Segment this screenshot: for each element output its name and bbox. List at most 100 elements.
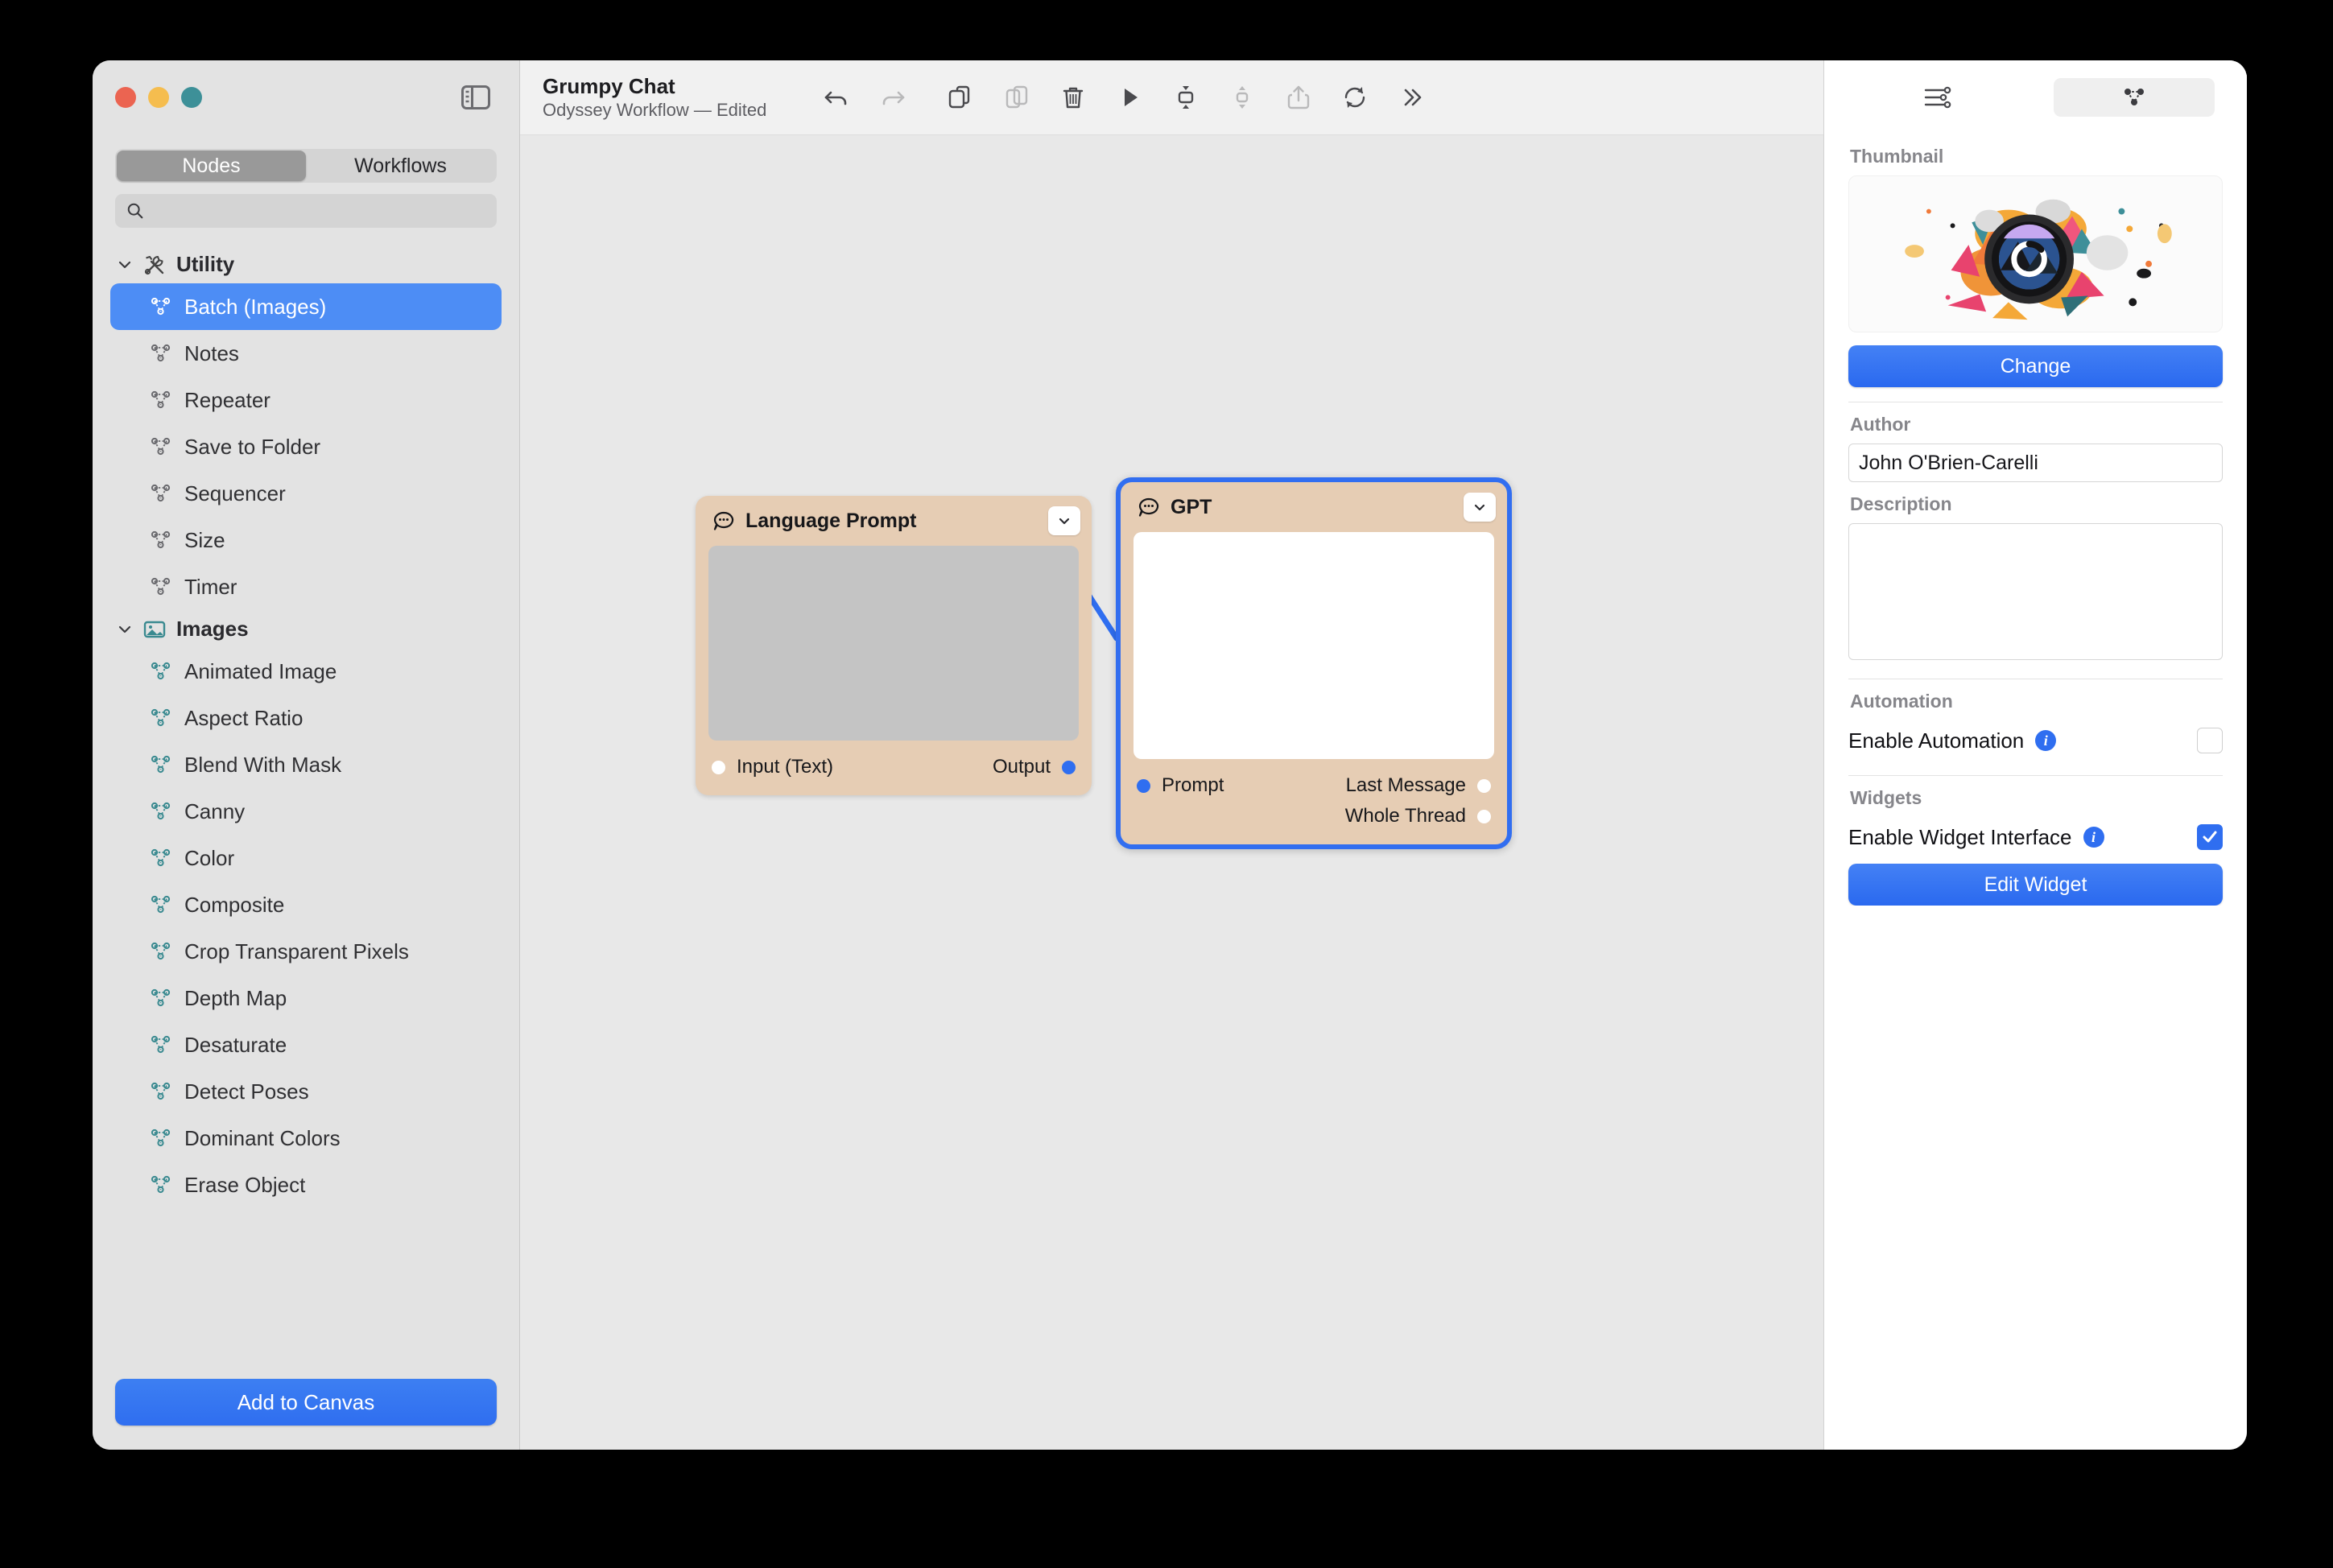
node-graph-icon — [151, 344, 171, 362]
canvas-node-gpt[interactable]: GPT Prompt Last Message Whole Thread — [1116, 477, 1512, 849]
paste-button[interactable] — [989, 72, 1045, 122]
node-item-label: Repeater — [184, 387, 270, 412]
node-item-label: Sequencer — [184, 481, 286, 505]
node-graph-icon — [151, 802, 171, 820]
port-row: Prompt Last Message — [1137, 770, 1491, 801]
node-item-depth-map[interactable]: Depth Map — [110, 975, 502, 1021]
chat-bubble-icon — [1138, 497, 1159, 517]
port-label: Output — [992, 756, 1051, 778]
node-output-port[interactable]: Whole Thread — [1345, 805, 1491, 827]
node-item-repeater[interactable]: Repeater — [110, 377, 502, 423]
copy-button[interactable] — [932, 72, 989, 122]
search-input[interactable] — [152, 199, 485, 223]
node-item-batch-images[interactable]: Batch (Images) — [110, 283, 502, 330]
node-item-size[interactable]: Size — [110, 517, 502, 563]
refresh-button[interactable] — [1327, 72, 1383, 122]
inspector-content: Thumbnail Change Author John O'Brien-Car… — [1824, 134, 2247, 906]
workflow-canvas[interactable]: Language Prompt Input (Text) Output GPT … — [520, 135, 1823, 1450]
node-item-dominant-colors[interactable]: Dominant Colors — [110, 1115, 502, 1162]
add-to-canvas-button[interactable]: Add to Canvas — [115, 1379, 497, 1426]
share-button[interactable] — [1270, 72, 1327, 122]
chevron-down-icon — [1474, 504, 1485, 511]
port-dot[interactable] — [1477, 809, 1491, 823]
node-item-timer[interactable]: Timer — [110, 563, 502, 610]
app-window: Nodes Workflows Utility Batch (Images) N… — [93, 60, 2247, 1450]
port-dot[interactable] — [1062, 760, 1076, 774]
tab-workflow-info[interactable] — [2053, 78, 2215, 117]
node-input-port[interactable]: Prompt — [1137, 774, 1224, 797]
group-header-utility[interactable]: Utility — [110, 246, 502, 283]
checkmark-icon — [2203, 831, 2217, 843]
edit-widget-button[interactable]: Edit Widget — [1848, 864, 2223, 906]
node-item-crop-transparent-pixels[interactable]: Crop Transparent Pixels — [110, 928, 502, 975]
node-graph-icon — [151, 1129, 171, 1147]
node-chat-body[interactable] — [1133, 532, 1494, 759]
node-item-animated-image[interactable]: Animated Image — [110, 648, 502, 695]
node-item-desaturate[interactable]: Desaturate — [110, 1021, 502, 1068]
enable-automation-checkbox[interactable] — [2197, 728, 2223, 753]
node-item-label: Blend With Mask — [184, 752, 342, 777]
node-header[interactable]: GPT — [1121, 482, 1507, 532]
tab-nodes[interactable]: Nodes — [117, 151, 306, 181]
node-item-label: Dominant Colors — [184, 1125, 341, 1150]
node-graph-icon — [151, 577, 171, 596]
node-item-composite[interactable]: Composite — [110, 881, 502, 928]
node-item-aspect-ratio[interactable]: Aspect Ratio — [110, 695, 502, 741]
node-ports: Prompt Last Message Whole Thread — [1121, 759, 1507, 844]
zoom-button[interactable] — [181, 87, 202, 108]
node-item-canny[interactable]: Canny — [110, 788, 502, 835]
document-subtitle: Odyssey Workflow — Edited — [543, 99, 767, 120]
change-thumbnail-button[interactable]: Change — [1848, 345, 2223, 387]
node-graph-icon — [151, 708, 171, 727]
node-disclosure-button[interactable] — [1464, 493, 1496, 522]
search-field[interactable] — [115, 194, 497, 228]
tab-workflows[interactable]: Workflows — [306, 151, 495, 181]
port-label: Prompt — [1162, 774, 1224, 796]
node-disclosure-button[interactable] — [1048, 506, 1080, 535]
node-item-color[interactable]: Color — [110, 835, 502, 881]
more-options-button[interactable] — [1383, 72, 1439, 122]
run-button[interactable] — [1101, 72, 1158, 122]
node-item-notes[interactable]: Notes — [110, 330, 502, 377]
tab-settings[interactable] — [1857, 78, 2018, 117]
node-graph-icon — [151, 437, 171, 456]
expand-nodes-button[interactable] — [1214, 72, 1270, 122]
canvas-node-language-prompt[interactable]: Language Prompt Input (Text) Output — [696, 496, 1092, 795]
info-icon[interactable]: i — [2083, 827, 2104, 848]
node-graph-icon — [151, 942, 171, 960]
port-label: Whole Thread — [1344, 805, 1466, 827]
port-dot[interactable] — [1137, 778, 1150, 793]
node-text-body[interactable] — [708, 546, 1079, 741]
delete-button[interactable] — [1045, 72, 1101, 122]
node-output-port[interactable]: Last Message — [1346, 774, 1491, 797]
refresh-icon — [1344, 87, 1365, 108]
titlebar — [93, 60, 519, 134]
node-item-erase-object[interactable]: Erase Object — [110, 1162, 502, 1208]
left-sidebar: Nodes Workflows Utility Batch (Images) N… — [93, 60, 520, 1450]
thumbnail-preview[interactable] — [1848, 175, 2223, 332]
node-item-sequencer[interactable]: Sequencer — [110, 470, 502, 517]
info-icon[interactable]: i — [2035, 730, 2057, 751]
group-header-images[interactable]: Images — [110, 610, 502, 648]
close-button[interactable] — [115, 87, 136, 108]
port-dot[interactable] — [712, 760, 725, 774]
collapse-nodes-button[interactable] — [1158, 72, 1214, 122]
undo-button[interactable] — [808, 72, 865, 122]
node-output-port[interactable]: Output — [993, 756, 1076, 778]
node-graph-icon — [151, 530, 171, 549]
play-icon — [1125, 89, 1138, 106]
sidebar-toggle-icon[interactable] — [461, 85, 490, 109]
node-item-blend-with-mask[interactable]: Blend With Mask — [110, 741, 502, 788]
node-header[interactable]: Language Prompt — [696, 496, 1092, 546]
port-dot[interactable] — [1477, 778, 1491, 793]
description-input[interactable] — [1848, 523, 2223, 660]
redo-button[interactable] — [865, 72, 921, 122]
enable-widget-checkbox[interactable] — [2197, 824, 2223, 850]
minimize-button[interactable] — [148, 87, 169, 108]
trash-icon — [1063, 87, 1084, 109]
author-input[interactable] — [1848, 444, 2223, 482]
port-label: Input (Text) — [737, 756, 834, 778]
node-item-save-to-folder[interactable]: Save to Folder — [110, 423, 502, 470]
node-input-port[interactable]: Input (Text) — [712, 756, 833, 778]
node-item-detect-poses[interactable]: Detect Poses — [110, 1068, 502, 1115]
